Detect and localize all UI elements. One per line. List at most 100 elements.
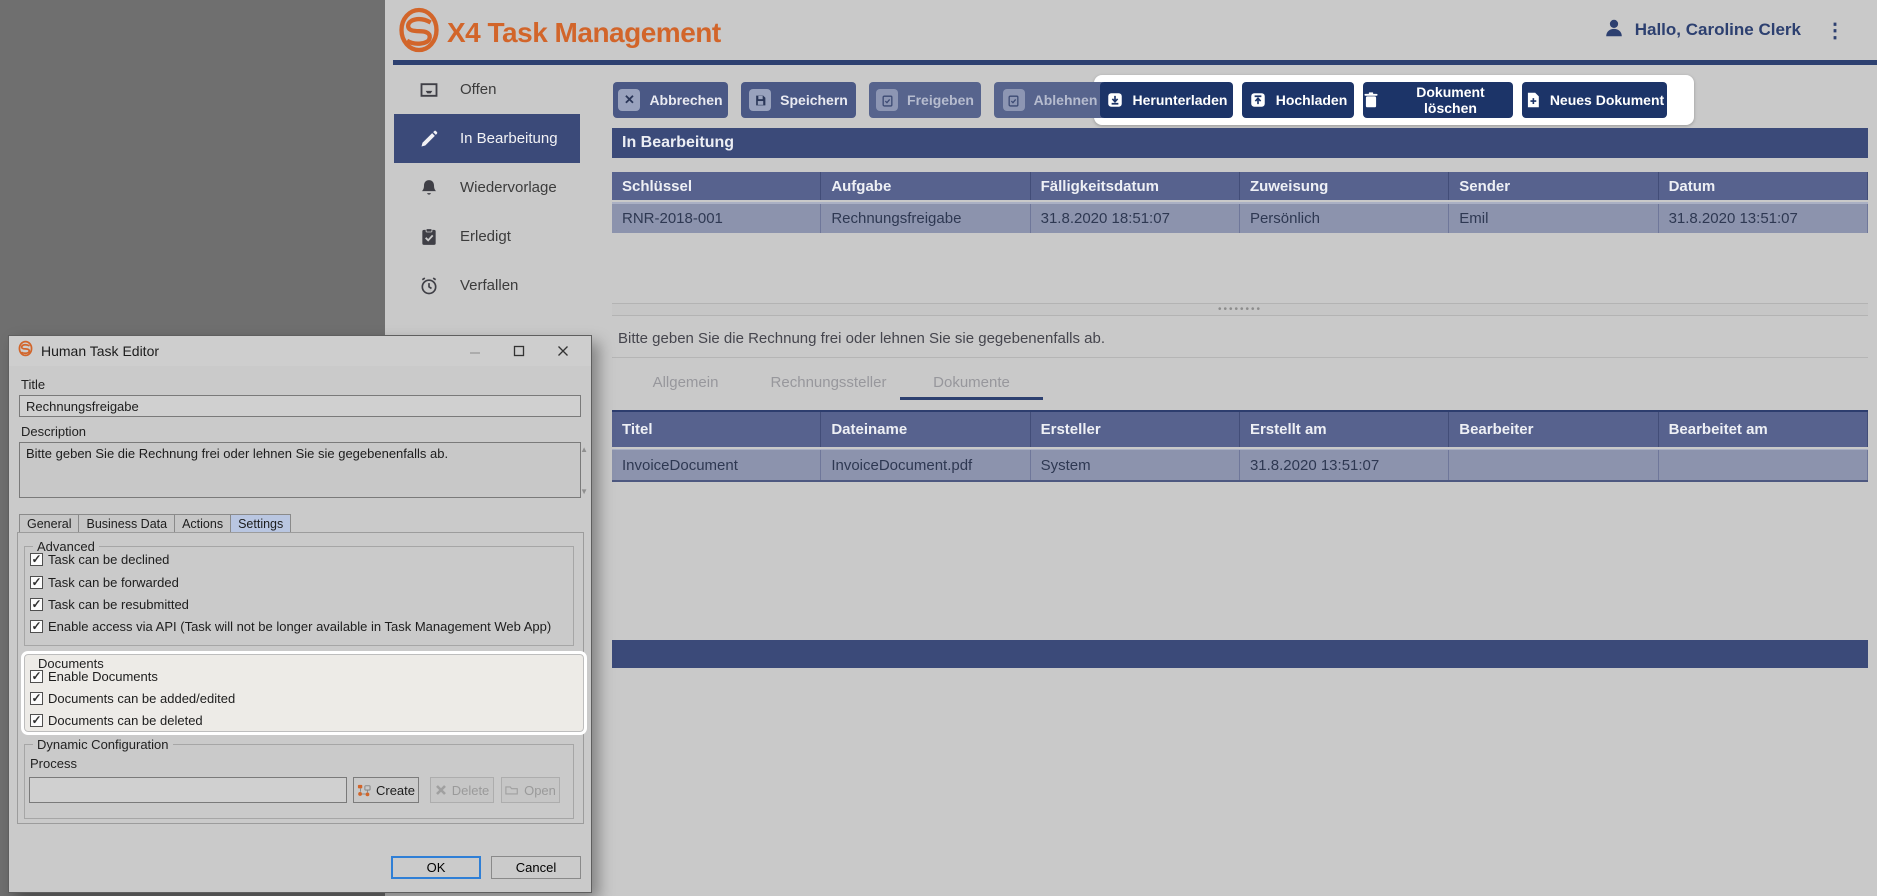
clipboard-check-icon	[876, 89, 898, 111]
checkbox-icon[interactable]	[30, 714, 43, 727]
cell-zuweisung: Persönlich	[1240, 204, 1449, 233]
dialog-titlebar[interactable]: Human Task Editor	[9, 336, 591, 366]
scroll-up-icon[interactable]: ▲	[580, 445, 588, 454]
checkbox-documents-can-be-deleted[interactable]: Documents can be deleted	[30, 713, 203, 728]
checkbox-icon[interactable]	[30, 670, 43, 683]
cell-aufgabe: Rechnungsfreigabe	[821, 204, 1030, 233]
column-header[interactable]: Fälligkeitsdatum	[1031, 172, 1240, 200]
column-header[interactable]: Dateiname	[821, 412, 1030, 447]
documents-table-row[interactable]: InvoiceDocument InvoiceDocument.pdf Syst…	[612, 449, 1868, 482]
checkbox-enable-documents[interactable]: Enable Documents	[30, 669, 158, 684]
sidebar-item-erledigt[interactable]: Erledigt	[385, 212, 612, 261]
sidebar-item-offen[interactable]: Offen	[385, 65, 612, 114]
title-input[interactable]	[19, 395, 581, 417]
checkbox-task-can-be-declined[interactable]: Task can be declined	[30, 552, 169, 567]
column-header[interactable]: Bearbeiter	[1449, 412, 1658, 447]
tab-allgemein[interactable]: Allgemein	[614, 368, 757, 400]
checkbox-documents-can-be-added-edited[interactable]: Documents can be added/edited	[30, 691, 235, 706]
minimize-icon[interactable]	[453, 336, 497, 366]
delete-process-button[interactable]: Delete	[430, 777, 494, 803]
task-message: Bitte geben Sie die Rechnung frei oder l…	[618, 330, 1858, 347]
cell-datum: 31.8.2020 13:51:07	[1659, 204, 1868, 233]
description-textarea[interactable]: Bitte geben Sie die Rechnung frei oder l…	[19, 442, 581, 498]
splitter-handle[interactable]: ••••••••	[612, 303, 1868, 316]
cell-titel: InvoiceDocument	[612, 450, 821, 480]
cancel-button[interactable]: ✕ Abbrechen	[613, 82, 728, 118]
workflow-icon	[357, 784, 371, 797]
pencil-icon	[418, 128, 440, 150]
tab-actions[interactable]: Actions	[174, 514, 230, 533]
alarm-clock-icon	[418, 275, 440, 297]
tab-settings[interactable]: Settings	[230, 514, 291, 533]
task-table-header: Schlüssel Aufgabe Fälligkeitsdatum Zuwei…	[612, 172, 1868, 200]
column-header[interactable]: Erstellt am	[1240, 412, 1449, 447]
checkbox-icon[interactable]	[30, 620, 43, 633]
sidebar-item-verfallen[interactable]: Verfallen	[385, 261, 612, 310]
checkbox-task-can-be-resubmitted[interactable]: Task can be resubmitted	[30, 597, 189, 612]
cell-sender: Emil	[1449, 204, 1658, 233]
cell-erstellt-am: 31.8.2020 13:51:07	[1240, 450, 1449, 480]
x-icon	[435, 784, 447, 796]
dynamic-configuration-legend: Dynamic Configuration	[33, 737, 173, 752]
delete-document-button[interactable]: Dokument löschen	[1363, 82, 1513, 118]
approve-button[interactable]: Freigeben	[869, 82, 981, 118]
column-header[interactable]: Aufgabe	[821, 172, 1030, 200]
checkbox-icon[interactable]	[30, 553, 43, 566]
download-button[interactable]: Herunterladen	[1100, 82, 1233, 118]
sidebar-item-in-bearbeitung[interactable]: In Bearbeitung	[394, 114, 580, 163]
title-label: Title	[21, 377, 45, 392]
floppy-icon	[749, 89, 771, 111]
cell-schluessel: RNR-2018-001	[612, 204, 821, 233]
column-header[interactable]: Zuweisung	[1240, 172, 1449, 200]
detail-footer-bar	[612, 640, 1868, 668]
scroll-down-icon[interactable]: ▼	[580, 487, 588, 496]
cell-bearbeiter	[1449, 450, 1658, 480]
task-table-row[interactable]: RNR-2018-001 Rechnungsfreigabe 31.8.2020…	[612, 202, 1868, 233]
ok-button[interactable]: OK	[391, 856, 481, 879]
column-header[interactable]: Sender	[1449, 172, 1658, 200]
column-header[interactable]: Titel	[612, 412, 821, 447]
process-input[interactable]	[29, 777, 347, 803]
x4-logo-icon	[399, 8, 439, 57]
maximize-icon[interactable]	[497, 336, 541, 366]
tab-general[interactable]: General	[19, 514, 78, 533]
cancel-button[interactable]: Cancel	[491, 856, 581, 879]
column-header[interactable]: Bearbeitet am	[1659, 412, 1868, 447]
cell-bearbeitet-am	[1659, 450, 1868, 480]
close-icon[interactable]	[541, 336, 585, 366]
checkbox-icon[interactable]	[30, 692, 43, 705]
app-window: X4 Task Management Hallo, Caroline Clerk…	[385, 0, 1877, 896]
process-label: Process	[30, 756, 77, 771]
checkbox-icon[interactable]	[30, 576, 43, 589]
sidebar-item-label: In Bearbeitung	[460, 130, 558, 147]
decline-button[interactable]: Ablehnen	[994, 82, 1106, 118]
bell-icon	[418, 177, 440, 199]
cell-dateiname: InvoiceDocument.pdf	[821, 450, 1030, 480]
column-header[interactable]: Schlüssel	[612, 172, 821, 200]
upload-button[interactable]: Hochladen	[1242, 82, 1354, 118]
checkbox-icon[interactable]	[30, 598, 43, 611]
tab-rechnungssteller[interactable]: Rechnungssteller	[757, 368, 900, 400]
detail-tabs: Allgemein Rechnungssteller Dokumente	[614, 368, 1043, 400]
checkbox-task-can-be-forwarded[interactable]: Task can be forwarded	[30, 575, 179, 590]
column-header[interactable]: Ersteller	[1031, 412, 1240, 447]
sidebar-item-label: Erledigt	[460, 228, 511, 245]
document-toolbar: Herunterladen Hochladen Dokument löschen…	[1100, 82, 1667, 118]
save-button[interactable]: Speichern	[741, 82, 856, 118]
clipboard-check-icon	[1003, 89, 1025, 111]
kebab-menu-icon[interactable]: ⋮	[1825, 18, 1845, 43]
open-process-button[interactable]: Open	[501, 777, 560, 803]
checkbox-enable-access-via-api[interactable]: Enable access via API (Task will not be …	[30, 619, 551, 634]
sidebar-item-wiedervorlage[interactable]: Wiedervorlage	[385, 163, 612, 212]
column-header[interactable]: Datum	[1659, 172, 1868, 200]
user-icon	[1603, 17, 1625, 44]
create-process-button[interactable]: Create	[353, 777, 419, 803]
folder-open-icon	[505, 784, 519, 796]
new-document-button[interactable]: Neues Dokument	[1522, 82, 1667, 118]
inbox-icon	[418, 79, 440, 101]
description-label: Description	[21, 424, 86, 439]
download-icon	[1106, 91, 1124, 109]
tab-business-data[interactable]: Business Data	[78, 514, 174, 533]
tab-dokumente[interactable]: Dokumente	[900, 368, 1043, 400]
sidebar: Offen In Bearbeitung Wiedervorlage	[385, 65, 612, 310]
